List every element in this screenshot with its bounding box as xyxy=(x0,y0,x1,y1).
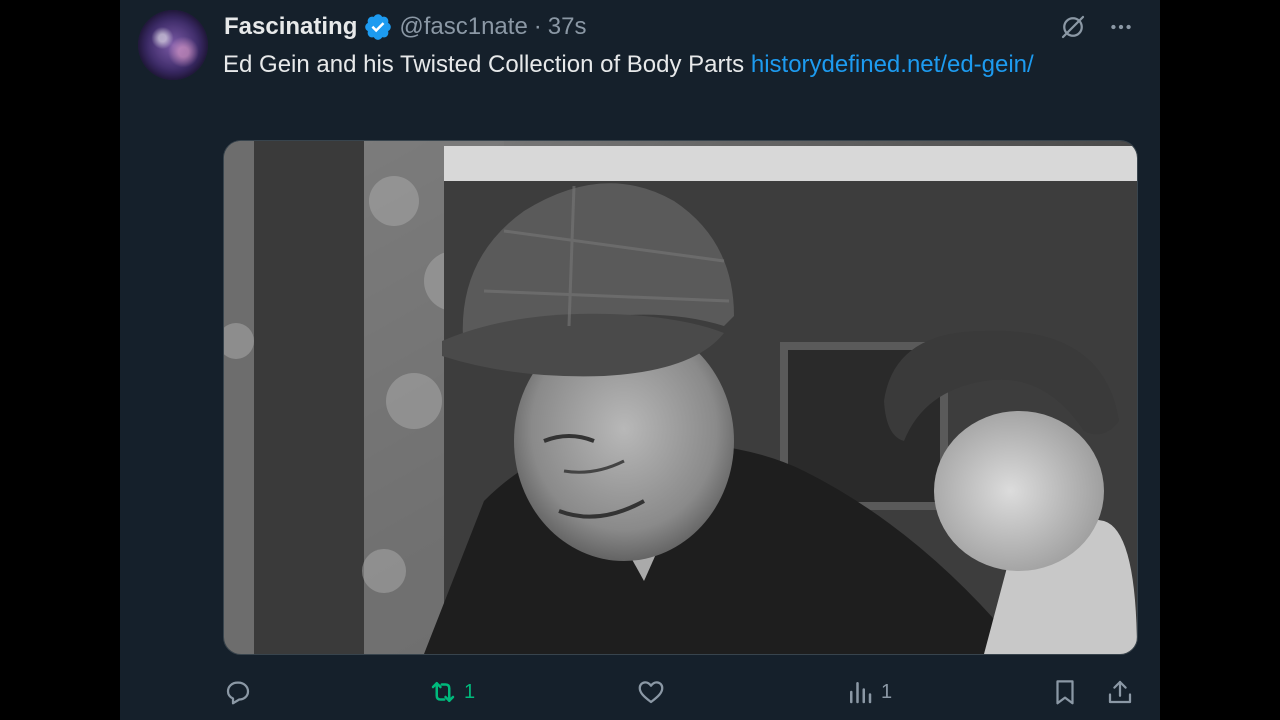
share-button[interactable] xyxy=(1105,672,1135,712)
tweet-header: Fascinating @fasc1nate · 37s xyxy=(224,10,587,44)
views-icon xyxy=(850,682,872,704)
tweet-photo[interactable] xyxy=(223,140,1138,655)
verified-badge-icon xyxy=(365,14,392,40)
bookmark-icon xyxy=(1056,680,1074,705)
author-name[interactable]: Fascinating xyxy=(224,13,357,41)
share-icon xyxy=(1108,680,1132,704)
more-icon[interactable] xyxy=(1104,10,1138,44)
grok-icon[interactable] xyxy=(1056,10,1090,44)
timestamp[interactable]: 37s xyxy=(548,13,587,41)
bookmark-button[interactable] xyxy=(1050,672,1080,712)
heart-icon xyxy=(638,681,664,704)
retweet-count: 1 xyxy=(464,680,476,703)
reply-button[interactable] xyxy=(223,672,259,712)
tweet-body: Ed Gein and his Twisted Collection of Bo… xyxy=(223,51,751,78)
separator-dot: · xyxy=(533,13,542,40)
views-count: 1 xyxy=(881,680,893,703)
tweet-actions: 1 1 xyxy=(223,672,1143,712)
author-handle[interactable]: @fasc1nate xyxy=(399,13,527,41)
retweet-button[interactable]: 1 xyxy=(428,672,475,712)
like-button[interactable] xyxy=(636,672,672,712)
avatar[interactable] xyxy=(138,10,208,80)
reply-icon xyxy=(226,681,250,705)
tweet-text: Ed Gein and his Twisted Collection of Bo… xyxy=(223,47,1103,83)
tweet-link[interactable]: historydefined.net/ed-gein/ xyxy=(751,51,1034,78)
views-button[interactable]: 1 xyxy=(845,672,892,712)
photo-image xyxy=(224,141,1137,654)
retweet-icon xyxy=(431,682,455,702)
tweet[interactable]: Fascinating @fasc1nate · 37s Ed Gein and… xyxy=(120,0,1160,720)
